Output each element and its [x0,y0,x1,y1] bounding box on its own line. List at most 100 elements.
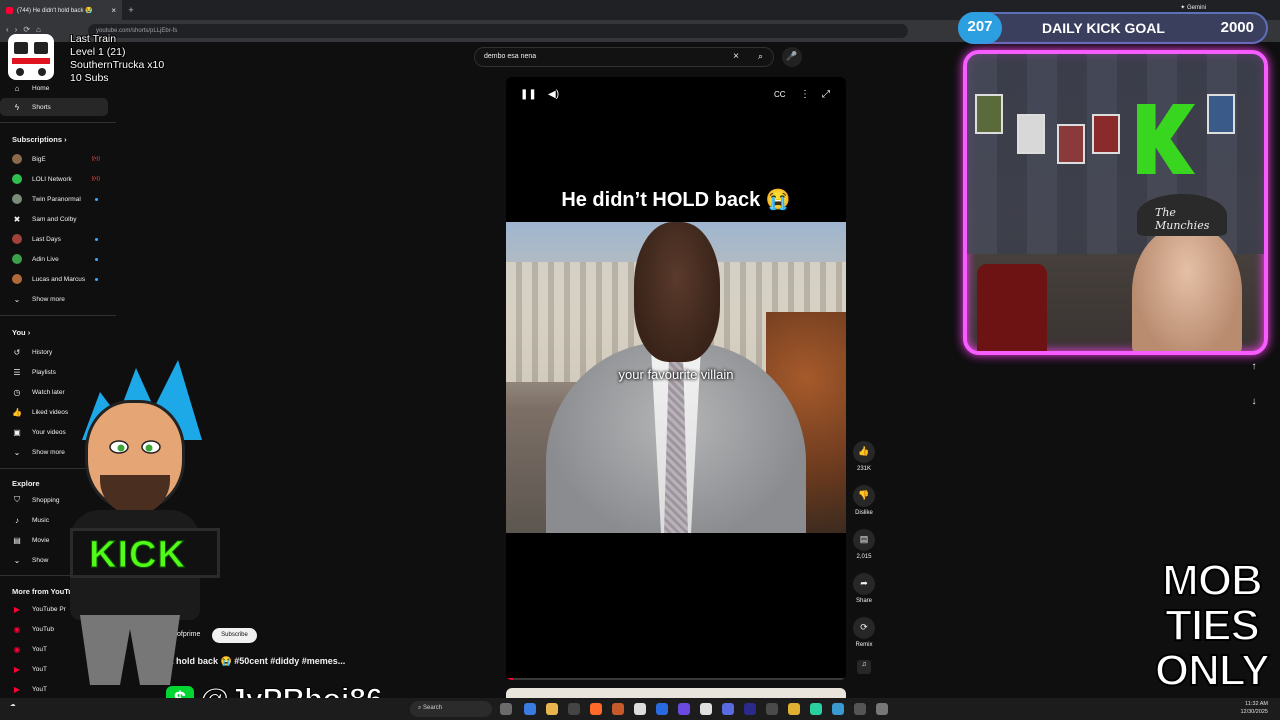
app-icon[interactable] [656,703,668,715]
app-icon[interactable] [810,703,822,715]
goal-title: DAILY KICK GOAL [1042,20,1165,36]
remix-label: Remix [855,642,873,648]
app-icon[interactable] [568,703,580,715]
speaker-head [634,222,720,362]
avatar [12,254,22,264]
subscriptions-header[interactable]: Subscriptions › [12,135,67,144]
gemini-button[interactable]: ✦ Gemini [1180,4,1206,11]
video-headline: He didn’t HOLD back 😭 [561,189,791,211]
url-field[interactable]: youtube.com/shorts/pLLjEbr-fs [88,24,908,38]
movies-icon: ▤ [13,535,21,545]
shorts-player[interactable]: ❚❚ ◀) CC ⋮ ⤢ He didn’t HOLD back 😭 your … [506,77,846,680]
more-options-icon[interactable]: ⋮ [800,89,810,100]
taskbar-search[interactable]: ⌕ Search [410,701,492,717]
remix-button[interactable]: ⟳ Remix [851,617,877,648]
avatar [12,174,22,184]
share-icon: ➦ [853,573,875,595]
pause-icon[interactable]: ❚❚ [520,89,537,100]
music-note-icon: ♫ [857,660,871,674]
train-stripe [12,58,50,64]
wall-poster [1207,94,1235,134]
dislike-button[interactable]: 👎 Dislike [851,485,877,516]
share-button[interactable]: ➦ Share [851,573,877,604]
app-icon[interactable] [766,703,778,715]
voice-search-icon[interactable]: 🎤 [782,47,802,67]
sound-button[interactable]: ♫ [851,660,877,674]
arrow-down-icon: ↓ [1251,396,1257,407]
train-wheel [16,68,24,76]
app-icon[interactable] [722,703,734,715]
train-subs: 10 Subs [70,72,109,84]
comments-button[interactable]: ▤ 2,015 [851,529,877,560]
video-progress-bar[interactable] [506,678,846,680]
app-icon[interactable] [678,703,690,715]
sidebar-item-label: Adin Live [32,255,59,263]
firefox-icon[interactable] [590,703,602,715]
wall-poster [975,94,1003,134]
sidebar-item-loli-network[interactable]: LOLI Network ((•)) [0,170,108,188]
steam-icon[interactable] [832,703,844,715]
app-icon[interactable] [612,703,624,715]
train-conductor: SouthernTrucka x10 [70,59,165,71]
notepad-icon[interactable] [634,703,646,715]
search-input[interactable]: dembo esa nena × ⌕ [474,47,774,67]
nav-buttons[interactable]: ‹›⟳⌂ [6,25,47,34]
history-icon: ↺ [13,347,21,357]
chrome-icon[interactable] [788,703,800,715]
you-header[interactable]: You › [12,328,30,337]
youtube-favicon-icon [6,6,13,14]
app-icon[interactable] [744,703,756,715]
previous-short-button[interactable]: ↑ [1244,361,1264,381]
like-button[interactable]: 👍 231K [851,441,877,472]
sidebar-item-twin-paranormal[interactable]: Twin Paranormal [0,190,108,208]
app-icon[interactable] [700,703,712,715]
home-icon: ⌂ [14,83,20,93]
search-icon[interactable]: ⌕ [758,51,763,62]
youtube-kids-icon: ◉ [13,644,21,654]
chevron-down-icon: ⌄ [13,294,21,304]
show-more-subscriptions[interactable]: ⌄ Show more [0,290,108,308]
sidebar-item-label: Lucas and Marcus [32,275,86,283]
youtube-tv-icon: ▶ [13,684,21,694]
video-frame: your favourite villain [506,222,846,533]
sidebar-item-bige[interactable]: BigE ((•)) [0,150,108,168]
sidebar-item-label: Sam and Colby [32,215,77,223]
new-content-dot [95,257,98,261]
live-icon: ((•)) [91,156,100,162]
thumbs-down-icon: 👎 [853,485,875,507]
task-view-icon[interactable] [500,703,512,715]
sidebar-item-lucas-and-marcus[interactable]: Lucas and Marcus [0,270,108,288]
mob-line: ONLY [1154,646,1271,695]
volume-icon[interactable]: ◀) [548,89,559,100]
sidebar-item-adin-live[interactable]: Adin Live [0,250,108,268]
subscriptions-label: Subscriptions [12,135,63,144]
sidebar-item-shorts[interactable]: ϟ Shorts [0,98,108,116]
clear-search-icon[interactable]: × [733,51,739,62]
watch-later-icon: ◷ [13,387,21,397]
sidebar-item-last-days[interactable]: Last Days [0,230,108,248]
app-icon[interactable] [854,703,866,715]
train-icon [8,34,54,80]
captions-icon[interactable]: CC [774,90,786,99]
cap-text: The Munchies [1155,206,1210,232]
fullscreen-icon[interactable]: ⤢ [822,89,830,100]
weather-widget[interactable]: ☁ [10,702,16,708]
browser-tab[interactable]: (744) He didn't hold back 😭 × [0,0,122,20]
sidebar-item-label: Shorts [32,103,51,111]
close-tab-icon[interactable]: × [111,6,116,15]
dislike-label: Dislike [855,510,873,516]
goal-current: 207 [958,12,1002,44]
sidebar-item-label: Home [32,84,50,92]
taskbar-clock[interactable]: 11:32 AM 12/30/2025 [1240,700,1268,716]
settings-icon[interactable] [876,703,888,715]
sidebar-item-sam-and-colby[interactable]: ✖ Sam and Colby [0,210,108,228]
shopping-icon: ⛉ [14,495,20,504]
next-short-button[interactable]: ↓ [1244,396,1264,416]
new-tab-button[interactable]: + [122,5,140,15]
file-explorer-icon[interactable] [546,703,558,715]
gemini-label: Gemini [1186,5,1206,11]
search-query: dembo esa nena [484,53,537,60]
sidebar-item-history[interactable]: ↺ History [0,343,108,361]
copilot-icon[interactable] [524,703,536,715]
mob-ties-only-text: MOB TIES ONLY [1148,557,1276,695]
